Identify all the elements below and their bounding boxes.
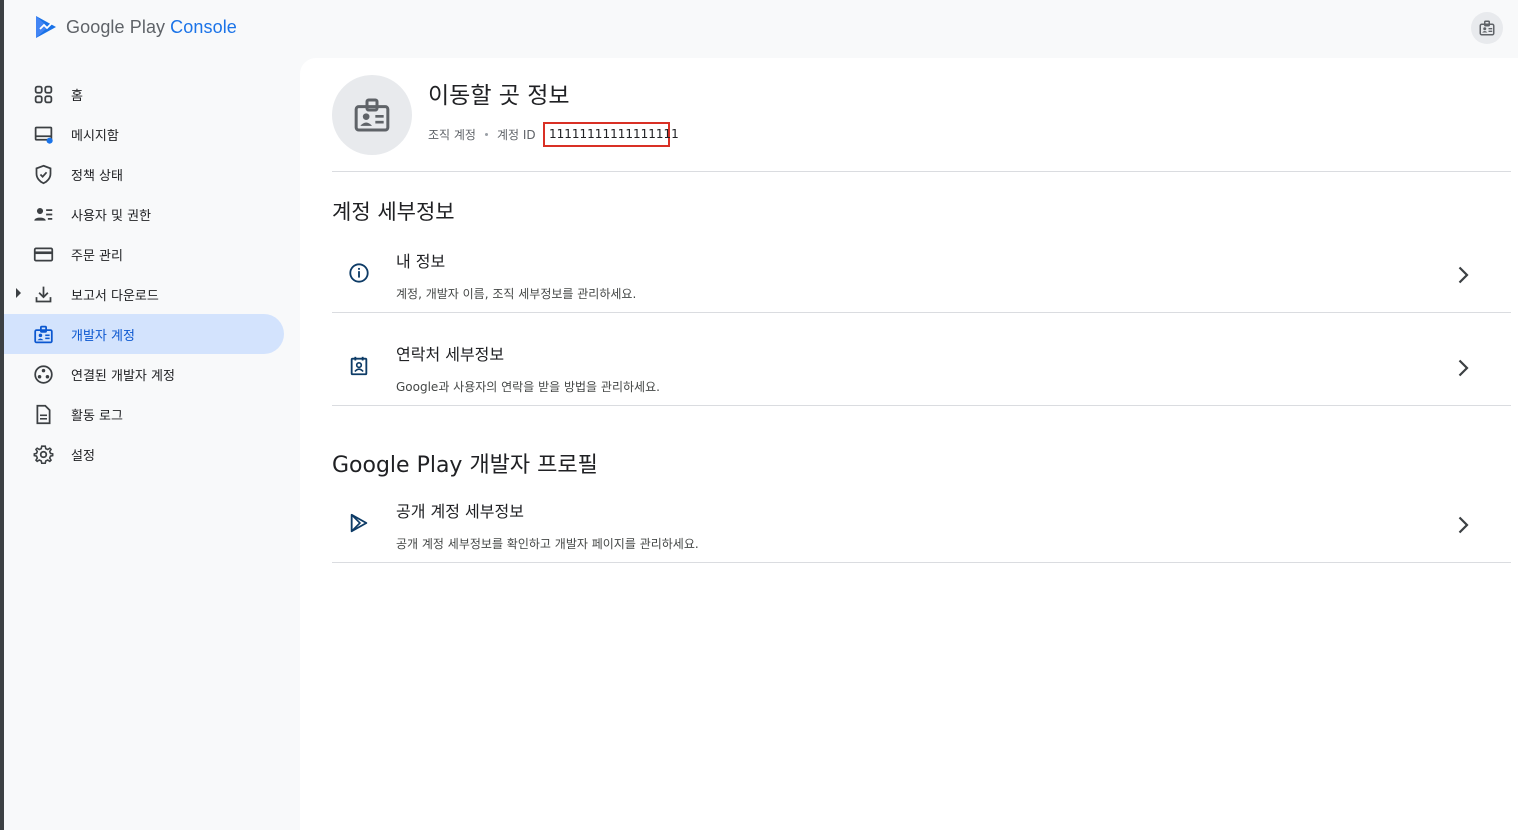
row-description: Google과 사용자의 연락을 받을 방법을 관리하세요. xyxy=(396,380,660,394)
separator-dot xyxy=(484,132,488,136)
brand-name: Google Play Console xyxy=(66,17,237,38)
expand-arrow-icon[interactable] xyxy=(16,288,21,298)
play-icon xyxy=(348,512,372,536)
sidebar-item-label: 주문 관리 xyxy=(71,248,123,264)
play-console-logo-icon xyxy=(36,16,56,38)
account-id-label: 계정 ID xyxy=(496,127,536,142)
brand-logo[interactable]: Google Play Console xyxy=(34,12,237,42)
account-avatar xyxy=(332,75,412,155)
chevron-right-icon xyxy=(1451,513,1475,537)
sidebar-item-label: 메시지함 xyxy=(71,128,119,144)
sidebar-item-linked-developer-accounts[interactable]: 연결된 개발자 계정 xyxy=(4,354,284,394)
dashboard-icon xyxy=(32,83,54,105)
row-description: 계정, 개발자 이름, 조직 세부정보를 관리하세요. xyxy=(396,287,637,301)
brand-name-google-play: Google Play xyxy=(66,16,166,37)
sidebar-item-label: 활동 로그 xyxy=(71,408,123,424)
sidebar-item-users-permissions[interactable]: 사용자 및 권한 xyxy=(4,194,284,234)
chevron-right-icon xyxy=(1451,263,1475,287)
sidebar-item-inbox[interactable]: 메시지함 xyxy=(4,114,284,154)
sidebar-item-label: 홈 xyxy=(71,88,83,104)
sidebar-item-label: 정책 상태 xyxy=(71,168,123,184)
chevron-right-icon xyxy=(1451,356,1475,380)
sidebar-item-label: 설정 xyxy=(71,448,95,464)
account-meta: 조직 계정 계정 ID xyxy=(428,125,536,143)
users-icon xyxy=(32,203,54,225)
inbox-icon xyxy=(32,123,54,145)
row-my-info[interactable]: 내 정보 계정, 개발자 이름, 조직 세부정보를 관리하세요. xyxy=(332,220,1511,312)
row-title: 연락처 세부정보 xyxy=(396,345,505,364)
badge-icon xyxy=(32,323,54,345)
sidebar-item-home[interactable]: 홈 xyxy=(4,74,284,114)
account-switcher-button[interactable] xyxy=(1471,12,1503,44)
document-icon xyxy=(32,403,54,425)
row-public-account-details[interactable]: 공개 계정 세부정보 공개 계정 세부정보를 확인하고 개발자 페이지를 관리하… xyxy=(332,470,1511,562)
sidebar-item-label: 사용자 및 권한 xyxy=(71,208,152,224)
credit-card-icon xyxy=(32,243,54,265)
row-title: 공개 계정 세부정보 xyxy=(396,502,524,521)
download-icon xyxy=(32,283,54,305)
linked-accounts-icon xyxy=(32,363,54,385)
sidebar-item-order-management[interactable]: 주문 관리 xyxy=(4,234,284,274)
sidebar-item-activity-log[interactable]: 활동 로그 xyxy=(4,394,284,434)
sidebar: 홈 메시지함 정책 상태 사용자 및 권한 주문 관리 보고서 다운로드 개발자… xyxy=(4,74,300,830)
account-id-value: 11111111111111111 xyxy=(543,122,679,147)
brand-name-console: Console xyxy=(170,16,237,37)
page-title: 이동할 곳 정보 xyxy=(428,83,570,109)
main-content: 이동할 곳 정보 조직 계정 계정 ID 11111111111111111 계… xyxy=(300,58,1518,830)
account-type-label: 조직 계정 xyxy=(428,127,476,142)
divider xyxy=(332,405,1511,406)
sidebar-item-download-reports[interactable]: 보고서 다운로드 xyxy=(4,274,284,314)
divider xyxy=(332,171,1511,172)
sidebar-item-policy-status[interactable]: 정책 상태 xyxy=(4,154,284,194)
badge-icon xyxy=(1479,20,1495,36)
info-icon xyxy=(348,262,372,286)
sidebar-item-label: 개발자 계정 xyxy=(71,328,135,344)
row-title: 내 정보 xyxy=(396,252,446,271)
gear-icon xyxy=(32,443,54,465)
top-bar: Google Play Console xyxy=(4,0,1518,58)
sidebar-item-settings[interactable]: 설정 xyxy=(4,434,284,474)
contact-card-icon xyxy=(348,355,372,379)
sidebar-item-label: 보고서 다운로드 xyxy=(71,288,159,304)
row-contact-details[interactable]: 연락처 세부정보 Google과 사용자의 연락을 받을 방법을 관리하세요. xyxy=(332,313,1511,405)
sidebar-item-label: 연결된 개발자 계정 xyxy=(71,368,175,384)
badge-icon xyxy=(354,98,390,132)
divider xyxy=(332,562,1511,563)
row-description: 공개 계정 세부정보를 확인하고 개발자 페이지를 관리하세요. xyxy=(396,537,699,551)
shield-icon xyxy=(32,163,54,185)
sidebar-item-developer-account[interactable]: 개발자 계정 xyxy=(4,314,284,354)
